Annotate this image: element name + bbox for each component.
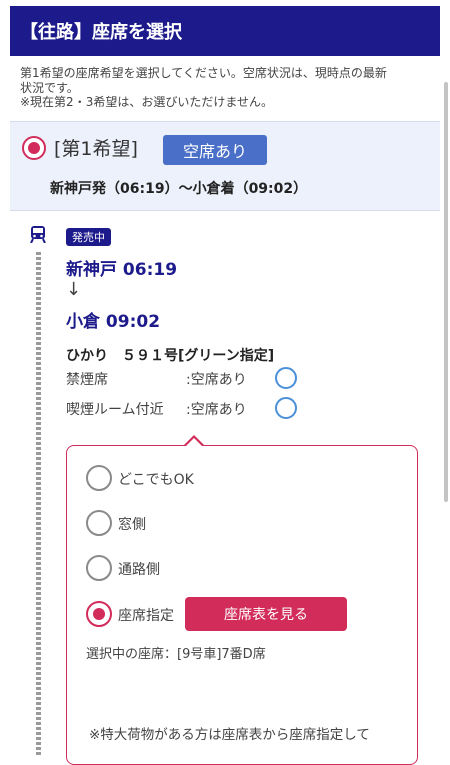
choice-label: [第1希望] xyxy=(54,138,138,160)
intro-line: 状況です。 xyxy=(20,80,79,95)
oversize-baggage-note: ※特大荷物がある方は座席表から座席指定して xyxy=(89,727,370,743)
seat-type-status: :空席あり xyxy=(186,372,247,388)
train-name: ひかり ５９１号[グリーン指定] xyxy=(66,348,275,364)
vacancy-badge: 空席あり xyxy=(163,135,267,165)
seat-type-radio-smoking-room[interactable] xyxy=(275,397,297,419)
route-summary: 新神戸発（06:19）〜小倉着（09:02） xyxy=(50,181,308,197)
intro-line: 第1希望の座席希望を選択してください。空席状況は、現時点の最新 xyxy=(20,66,387,80)
arrival-station-time: 小倉 09:02 xyxy=(66,312,161,332)
route-track-line xyxy=(36,252,41,756)
option-label-window[interactable]: 窓側 xyxy=(118,514,146,534)
option-radio-window[interactable] xyxy=(86,510,112,536)
page-header: 【往路】座席を選択 xyxy=(10,6,440,56)
first-choice-row[interactable]: [第1希望] 空席あり 新神戸発（06:19）〜小倉着（09:02） xyxy=(10,121,440,211)
departure-station-time: 新神戸 06:19 xyxy=(66,260,178,280)
seat-type-label: 禁煙席 xyxy=(66,372,108,388)
sale-status-badge: 発売中 xyxy=(66,228,111,246)
intro-text: 第1希望の座席希望を選択してください。空席状況は、現時点の最新 状況です。 ※現… xyxy=(20,66,432,110)
page-title: 【往路】座席を選択 xyxy=(20,22,182,43)
scrollbar[interactable] xyxy=(444,82,448,502)
down-arrow-icon: ↓ xyxy=(66,279,82,300)
option-label-aisle[interactable]: 通路側 xyxy=(118,559,160,579)
seat-type-radio-nonsmoking[interactable] xyxy=(275,367,297,389)
seat-type-label: 喫煙ルーム付近 xyxy=(66,402,164,418)
train-icon xyxy=(30,226,46,243)
seat-type-status: :空席あり xyxy=(186,402,247,418)
option-label-anywhere[interactable]: どこでもOK xyxy=(118,469,194,489)
option-radio-anywhere[interactable] xyxy=(86,465,112,491)
intro-line: ※現在第2・3希望は、お選びいただけません。 xyxy=(20,95,273,109)
view-seatmap-button[interactable]: 座席表を見る xyxy=(185,597,347,631)
first-choice-radio[interactable] xyxy=(22,136,46,160)
option-radio-seat-select[interactable] xyxy=(86,601,112,627)
panel-pointer-inner xyxy=(185,438,203,447)
selected-seat-text: 選択中の座席：[9号車]7番D席 xyxy=(86,647,266,662)
option-label-seat-select[interactable]: 座席指定 xyxy=(118,605,174,625)
option-radio-aisle[interactable] xyxy=(86,555,112,581)
